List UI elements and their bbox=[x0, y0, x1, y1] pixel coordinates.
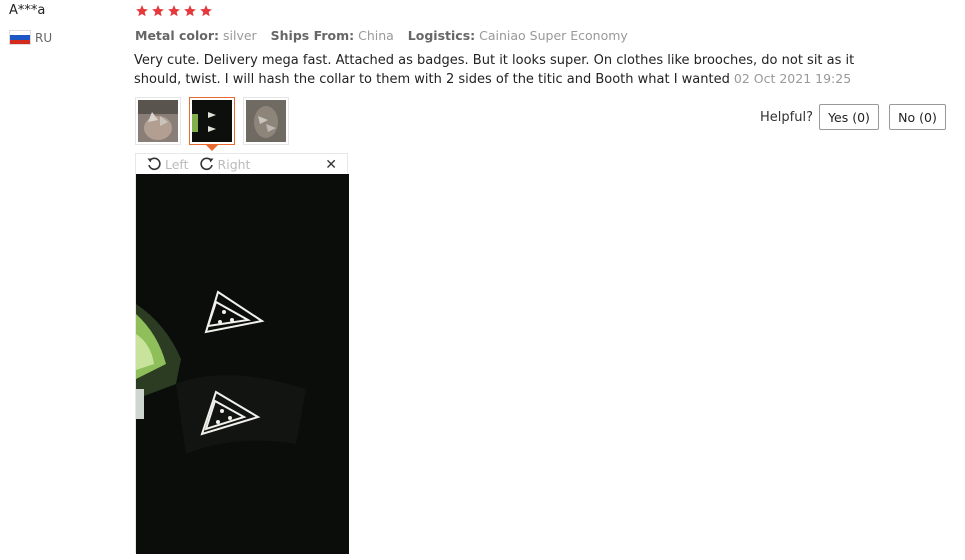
review-body: Very cute. Delivery mega fast. Attached … bbox=[134, 52, 864, 89]
rotate-right-icon bbox=[199, 157, 214, 171]
helpful-label: Helpful? bbox=[760, 110, 813, 125]
reviewer-name: A***a bbox=[9, 3, 46, 18]
metal-color-value: silver bbox=[222, 28, 257, 43]
rotate-right-button[interactable]: Right bbox=[199, 156, 251, 172]
review-thumbnails bbox=[135, 97, 289, 145]
viewer-toolbar: Left Right ✕ bbox=[136, 154, 347, 174]
reviewer-country: RU bbox=[9, 30, 52, 45]
star-icon bbox=[152, 5, 164, 17]
logistics-value: Cainiao Super Economy bbox=[479, 28, 628, 43]
thumbnail-photo bbox=[138, 100, 178, 142]
helpful-yes-button[interactable]: Yes (0) bbox=[819, 104, 879, 130]
ships-from-value: China bbox=[358, 28, 394, 43]
rotate-left-button[interactable]: Left bbox=[146, 156, 189, 172]
review-date: 02 Oct 2021 19:25 bbox=[733, 71, 852, 86]
star-icon bbox=[200, 5, 212, 17]
review-thumbnail[interactable] bbox=[243, 97, 289, 145]
order-meta: Metal color: silver Ships From: China Lo… bbox=[135, 28, 638, 43]
russia-flag-icon bbox=[9, 30, 31, 45]
thumbnail-photo bbox=[246, 100, 286, 142]
star-icon bbox=[136, 5, 148, 17]
review-thumbnail-selected[interactable] bbox=[189, 97, 235, 145]
rotate-left-icon bbox=[147, 157, 161, 171]
rating-stars bbox=[135, 4, 213, 18]
star-icon bbox=[168, 5, 180, 17]
review-thumbnail[interactable] bbox=[135, 97, 181, 145]
rotate-left-label: Left bbox=[165, 156, 189, 172]
thumbnail-photo bbox=[192, 100, 232, 142]
helpful-no-button[interactable]: No (0) bbox=[889, 104, 946, 130]
country-code: RU bbox=[35, 30, 53, 45]
image-viewer: Left Right ✕ bbox=[135, 153, 349, 554]
logistics-label: Logistics: bbox=[407, 28, 476, 43]
enlarged-review-photo bbox=[136, 174, 349, 554]
rotate-right-label: Right bbox=[217, 156, 251, 172]
ships-from-label: Ships From: bbox=[270, 28, 355, 43]
photo-content bbox=[136, 174, 349, 554]
star-icon bbox=[184, 5, 196, 17]
metal-color-label: Metal color: bbox=[135, 28, 219, 43]
close-icon[interactable]: ✕ bbox=[325, 157, 337, 173]
selected-thumbnail-pointer bbox=[206, 145, 218, 151]
